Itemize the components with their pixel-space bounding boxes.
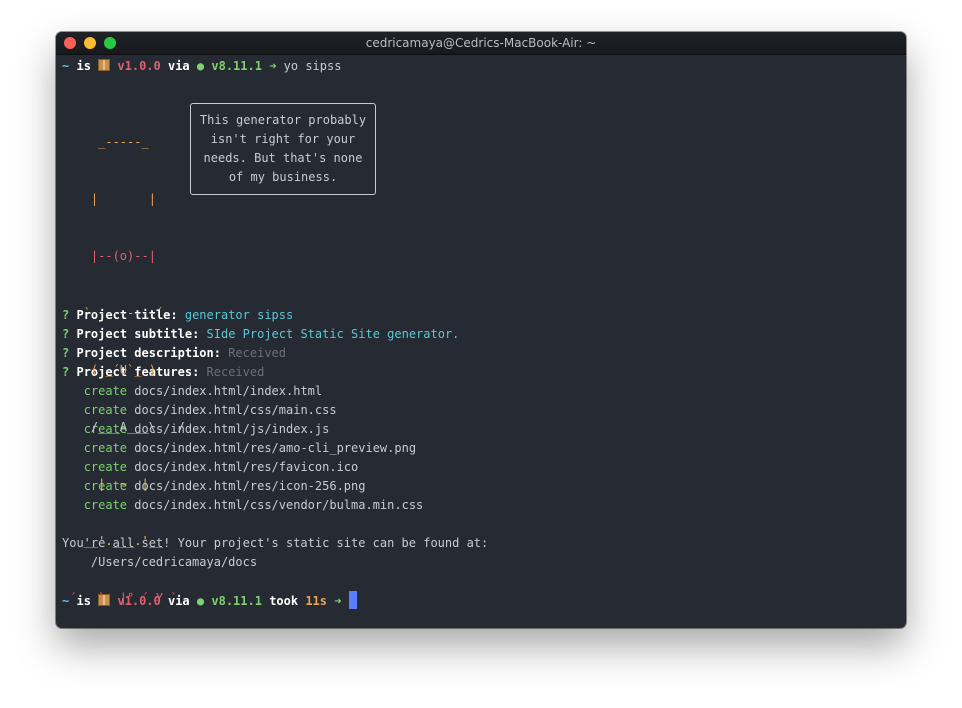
prompt-version: v1.0.0 xyxy=(117,59,161,73)
question-answer: Received xyxy=(206,365,265,379)
bubble-line: needs. But that's none xyxy=(203,151,363,165)
art-line: ´ ` |° ´ Y ` xyxy=(62,591,185,605)
node-dot-icon: ● xyxy=(196,594,205,608)
terminal-content[interactable]: ~ is v1.0.0 via ● v8.11.1 ➜ yo sipss _--… xyxy=(62,57,900,610)
prompt-via: via xyxy=(167,59,190,73)
create-row: create docs/index.html/res/icon-256.png xyxy=(62,477,900,496)
package-icon xyxy=(98,594,111,606)
create-row: create docs/index.html/res/favicon.ico xyxy=(62,458,900,477)
window-title: cedricamaya@Cedrics-MacBook-Air: ~ xyxy=(365,36,597,50)
create-row: create docs/index.html/index.html xyxy=(62,382,900,401)
prompt-line-1: ~ is v1.0.0 via ● v8.11.1 ➜ yo sipss xyxy=(62,57,900,76)
speech-bubble: This generator probably isn't right for … xyxy=(190,103,376,195)
terminal-window: cedricamaya@Cedrics-MacBook-Air: ~ ~ is … xyxy=(56,32,906,628)
create-row: create docs/index.html/css/main.css xyxy=(62,401,900,420)
question-row: ? Project description: Received xyxy=(62,344,900,363)
create-row: create docs/index.html/css/vendor/bulma.… xyxy=(62,496,900,515)
create-row: create docs/index.html/js/index.js xyxy=(62,420,900,439)
art-line: ( _´U`_ ) xyxy=(62,363,185,377)
art-line: |--(o)--| xyxy=(62,249,185,263)
art-line: __'.___.'__ xyxy=(62,534,185,548)
bubble-line: of my business. xyxy=(228,170,338,184)
title-bar: cedricamaya@Cedrics-MacBook-Air: ~ xyxy=(56,32,906,55)
question-answer: generator sipss xyxy=(184,308,294,322)
node-version: v8.11.1 xyxy=(211,594,262,608)
prompt-is: is xyxy=(76,59,91,73)
question-row: ? Project subtitle: SIde Project Static … xyxy=(62,325,900,344)
node-version: v8.11.1 xyxy=(211,59,262,73)
art-line: /___A___\ / xyxy=(62,420,185,434)
question-row: ? Project features: Received xyxy=(62,363,900,382)
art-line: _-----_ xyxy=(62,135,185,149)
prompt-line-2[interactable]: ~ is v1.0.0 via ● v8.11.1 took 11s ➜ xyxy=(62,591,900,610)
text-cursor[interactable] xyxy=(348,591,357,609)
done-message: You're all set! Your project's static si… xyxy=(62,536,489,550)
art-line: | ~ | xyxy=(62,477,185,491)
yeoman-ascii-art: _-----_ | | |--(o)--| `---------´ ( _´U`… xyxy=(62,95,185,628)
prompt-arrow-icon: ➜ xyxy=(334,594,342,608)
art-line: `---------´ xyxy=(62,306,185,320)
prompt-took: took xyxy=(269,594,299,608)
create-row: create docs/index.html/res/amo-cli_previ… xyxy=(62,439,900,458)
package-icon xyxy=(98,59,111,71)
question-row: ? Project title: generator sipss xyxy=(62,306,900,325)
prompt-arrow-icon: ➜ xyxy=(269,59,277,73)
prompt-command: yo sipss xyxy=(283,59,342,73)
yeoman-banner: _-----_ | | |--(o)--| `---------´ ( _´U`… xyxy=(62,95,900,605)
bubble-line: isn't right for your xyxy=(210,132,356,146)
output-path-line: /Users/cedricamaya/docs xyxy=(62,553,900,572)
bubble-line: This generator probably xyxy=(199,113,367,127)
prompt-duration: 11s xyxy=(305,594,328,608)
prompt-tilde: ~ xyxy=(62,59,70,73)
question-answer: Received xyxy=(228,346,286,360)
art-line: | | xyxy=(62,192,185,206)
question-answer: SIde Project Static Site generator. xyxy=(206,327,460,341)
node-dot-icon: ● xyxy=(196,59,205,73)
